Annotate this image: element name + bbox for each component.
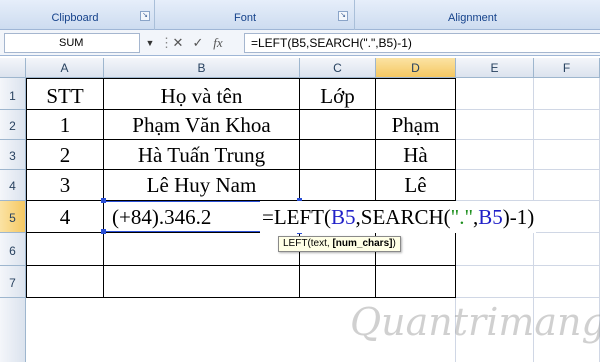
cancel-icon[interactable]: ✕ — [168, 33, 188, 53]
edit-ref-b5: B5 — [331, 205, 356, 229]
column-header-d[interactable]: D — [376, 58, 456, 78]
cell-c7[interactable] — [300, 266, 376, 298]
font-group-label: Font — [233, 12, 256, 24]
cell-c3[interactable] — [300, 140, 376, 170]
column-header-b[interactable]: B — [104, 58, 300, 78]
row-header-1[interactable]: 1 — [0, 78, 26, 110]
column-header-f[interactable]: F — [534, 58, 600, 78]
font-dialog-launcher-icon[interactable]: ↘ — [338, 11, 348, 21]
tooltip-fn[interactable]: LEFT(text, — [283, 238, 332, 249]
row-header-7[interactable]: 7 — [0, 266, 26, 298]
cell-a3[interactable]: 2 — [26, 140, 104, 170]
range-handle[interactable] — [101, 198, 106, 203]
column-header-e[interactable]: E — [456, 58, 534, 78]
row-header-6[interactable]: 6 — [0, 233, 26, 266]
function-tooltip: LEFT(text, [num_chars]) — [278, 236, 401, 252]
cell-b1[interactable]: Họ và tên — [104, 78, 300, 110]
tooltip-arg[interactable]: [num_chars] — [332, 238, 392, 249]
cell-b4[interactable]: Lê Huy Nam — [104, 170, 300, 201]
cell-d1[interactable] — [376, 78, 456, 110]
row-header-8[interactable] — [0, 298, 26, 362]
cell-a4[interactable]: 3 — [26, 170, 104, 201]
cell-d3[interactable]: Hà — [376, 140, 456, 170]
watermark-logo: Quantrimang — [350, 300, 600, 344]
edit-ref-b5-second: B5 — [478, 205, 503, 229]
options-dots-icon: ⋮ — [160, 35, 173, 50]
enter-icon[interactable]: ✓ — [188, 33, 208, 53]
tooltip-close: ) — [392, 238, 396, 249]
edit-part: ,SEARCH( — [355, 205, 451, 229]
cell-a6[interactable] — [26, 233, 104, 266]
edit-ref-dot: "." — [450, 205, 474, 229]
grid-line — [456, 109, 600, 110]
cell-c1[interactable]: Lớp — [300, 78, 376, 110]
grid-line — [456, 139, 600, 140]
cell-b7[interactable] — [104, 266, 300, 298]
edit-part: =LEFT( — [262, 205, 331, 229]
cell-c2[interactable] — [300, 110, 376, 140]
name-box[interactable]: SUM — [4, 33, 140, 53]
column-header-a[interactable]: A — [26, 58, 104, 78]
cell-b2[interactable]: Phạm Văn Khoa — [104, 110, 300, 140]
clipboard-group-label: Clipboard — [51, 12, 99, 24]
grid-line — [456, 169, 600, 170]
clipboard-dialog-launcher-icon[interactable]: ↘ — [140, 11, 150, 21]
cell-a5[interactable]: 4 — [26, 201, 104, 233]
formula-bar-buttons: ⋮✕ ✓ fx — [160, 33, 242, 53]
cell-a2[interactable]: 1 — [26, 110, 104, 140]
column-header-c[interactable]: C — [300, 58, 376, 78]
cell-b6[interactable] — [104, 233, 300, 266]
row-header-2[interactable]: 2 — [0, 110, 26, 140]
formula-input[interactable]: =LEFT(B5,SEARCH(".",B5)-1) — [244, 33, 600, 53]
alignment-group-label: Alignment — [448, 12, 497, 24]
cell-d2[interactable]: Phạm — [376, 110, 456, 140]
cell-edit-formula[interactable]: =LEFT(B5,SEARCH(".",B5)-1) — [260, 201, 537, 233]
insert-function-icon[interactable]: fx — [208, 33, 228, 53]
ribbon: Clipboard ↘ Font ↘ Alignment — [0, 0, 600, 30]
name-box-dropdown-icon[interactable]: ▼ — [143, 33, 157, 53]
row-header-3[interactable]: 3 — [0, 140, 26, 170]
cell-a1[interactable]: STT — [26, 78, 104, 110]
edit-part: )-1) — [502, 205, 535, 229]
row-header-5[interactable]: 5 — [0, 201, 26, 233]
cell-d4[interactable]: Lê — [376, 170, 456, 201]
cell-d7[interactable] — [376, 266, 456, 298]
cell-c4[interactable] — [300, 170, 376, 201]
range-handle[interactable] — [101, 229, 106, 234]
cell-a7[interactable] — [26, 266, 104, 298]
row-header-4[interactable]: 4 — [0, 170, 26, 201]
cell-b3[interactable]: Hà Tuấn Trung — [104, 140, 300, 170]
select-all-corner[interactable] — [0, 58, 26, 78]
